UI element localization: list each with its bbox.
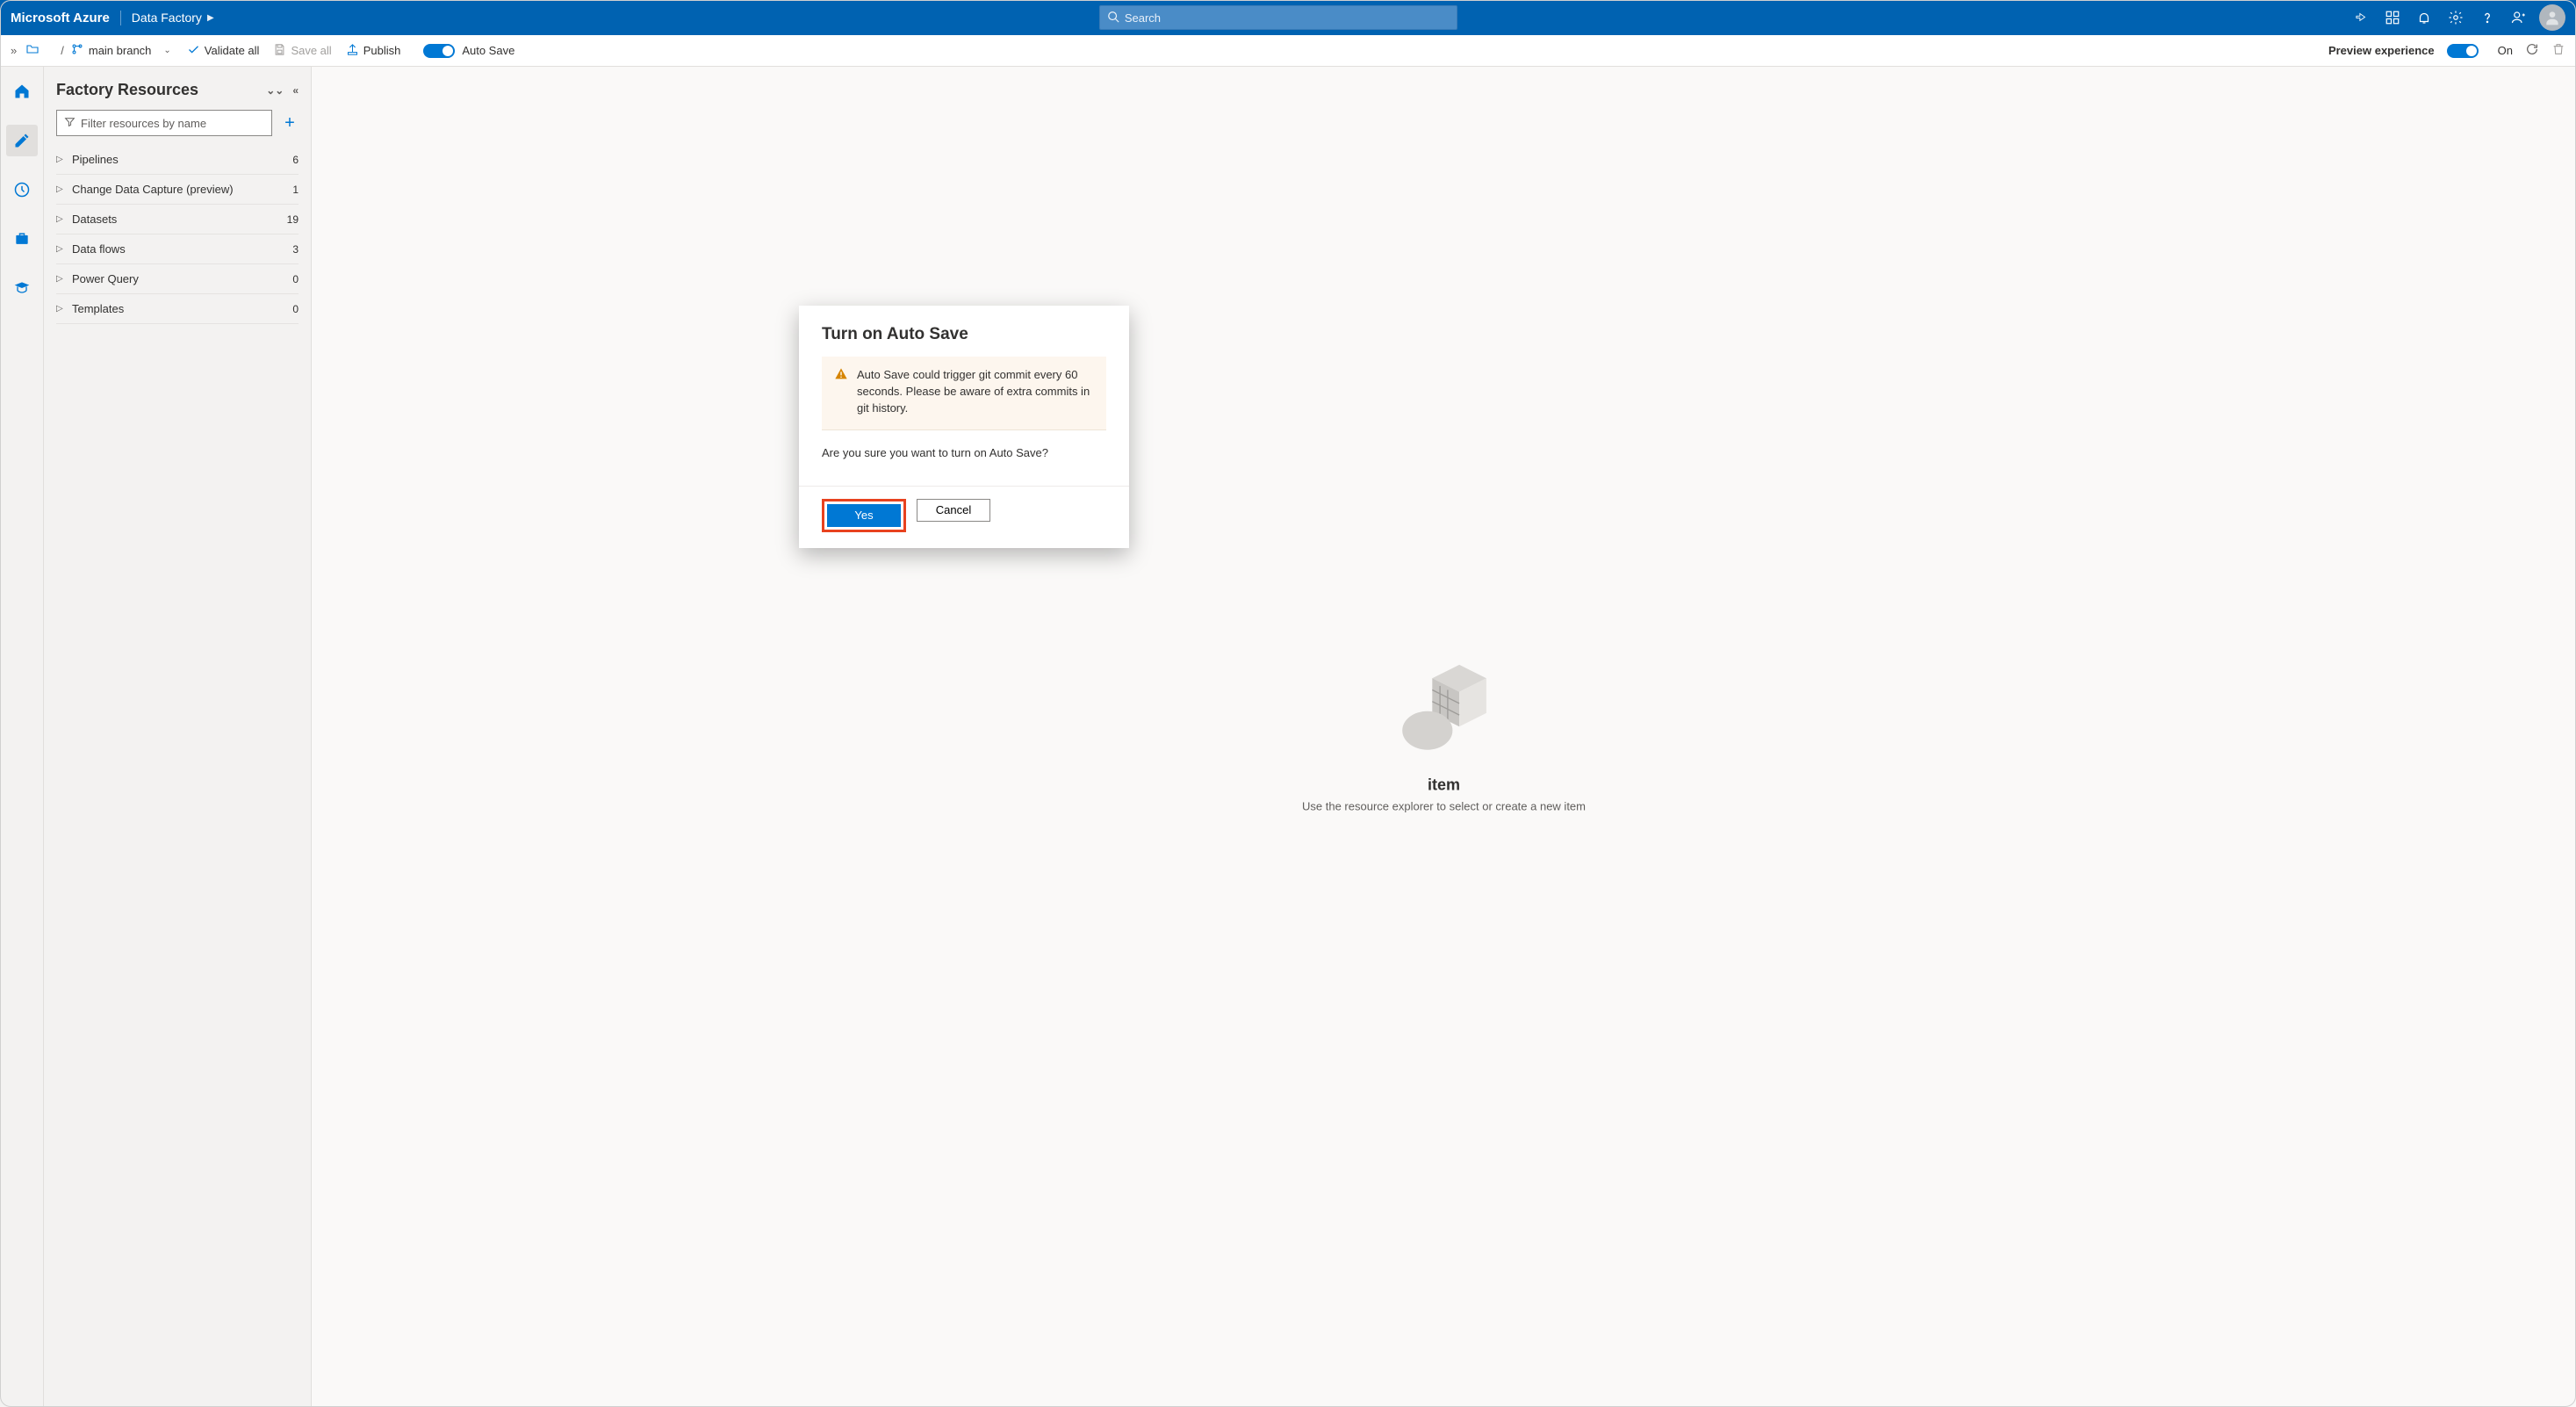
global-search-input[interactable] <box>1125 11 1450 25</box>
tree-count: 0 <box>292 273 299 285</box>
azure-topbar: Microsoft Azure Data Factory ▶ <box>0 0 2576 35</box>
tree-count: 19 <box>287 213 299 226</box>
tree-item-powerquery[interactable]: ▷ Power Query 0 <box>56 264 299 294</box>
nav-author[interactable] <box>6 125 38 156</box>
dialog-question: Are you sure you want to turn on Auto Sa… <box>822 446 1106 459</box>
tree-count: 3 <box>292 243 299 256</box>
brand-label[interactable]: Microsoft Azure <box>11 11 121 25</box>
chevron-right-icon: ▷ <box>56 155 63 164</box>
chevron-down-icon: ⌄ <box>163 46 170 55</box>
nav-home[interactable] <box>6 76 38 107</box>
tree-item-templates[interactable]: ▷ Templates 0 <box>56 294 299 324</box>
settings-gear-icon[interactable] <box>2448 10 2464 25</box>
filter-resources-box[interactable] <box>56 110 272 136</box>
authoring-canvas: item Use the resource explorer to select… <box>312 67 2576 1407</box>
yes-button-highlight: Yes <box>822 499 906 532</box>
warning-icon <box>834 367 848 417</box>
service-breadcrumb[interactable]: Data Factory <box>132 11 202 25</box>
publish-button[interactable]: Publish <box>346 43 401 59</box>
autosave-label: Auto Save <box>462 44 514 57</box>
save-all-button: Save all <box>273 43 331 59</box>
delete-icon[interactable] <box>2551 42 2565 59</box>
nav-manage[interactable] <box>6 223 38 255</box>
empty-state-icon <box>1302 661 1586 761</box>
tree-label: Power Query <box>72 272 292 285</box>
dialog-warning-box: Auto Save could trigger git commit every… <box>822 357 1106 430</box>
validate-all-button[interactable]: Validate all <box>187 43 260 59</box>
panel-heading: Factory Resources <box>56 81 198 99</box>
cancel-button[interactable]: Cancel <box>917 499 990 522</box>
authoring-toolbar: » / main branch ⌄ Validate all Save all … <box>0 35 2576 67</box>
help-icon[interactable] <box>2479 10 2495 25</box>
pin-collapse-icon[interactable]: « <box>292 84 299 97</box>
tree-item-datasets[interactable]: ▷ Datasets 19 <box>56 205 299 234</box>
save-icon <box>273 43 286 59</box>
chevron-right-icon: ▷ <box>56 304 63 314</box>
tree-label: Data flows <box>72 242 292 256</box>
left-nav-rail <box>0 67 44 1407</box>
checkmark-icon <box>187 43 200 59</box>
breadcrumb-arrow-icon: ▶ <box>207 13 214 23</box>
tree-item-dataflows[interactable]: ▷ Data flows 3 <box>56 234 299 264</box>
preview-experience-label: Preview experience <box>2328 44 2435 57</box>
branch-label: main branch <box>89 44 152 57</box>
chevron-right-icon: ▷ <box>56 244 63 254</box>
empty-state: item Use the resource explorer to select… <box>1302 661 1586 813</box>
branch-dropdown[interactable]: main branch ⌄ <box>71 43 171 58</box>
branch-icon <box>71 43 83 58</box>
expand-collapse-icon[interactable]: ⌄⌄ <box>266 84 284 97</box>
add-resource-button[interactable]: + <box>281 113 299 133</box>
tree-label: Pipelines <box>72 153 292 166</box>
chevron-right-icon: ▷ <box>56 184 63 194</box>
user-avatar[interactable] <box>2539 4 2565 31</box>
tree-count: 1 <box>292 184 299 196</box>
empty-title-suffix: item <box>1428 776 1460 794</box>
chevron-right-icon: ▷ <box>56 274 63 284</box>
dialog-title: Turn on Auto Save <box>822 325 1106 344</box>
refresh-icon[interactable] <box>2525 42 2539 59</box>
tree-label: Templates <box>72 302 292 315</box>
tree-label: Change Data Capture (preview) <box>72 183 292 196</box>
breadcrumb-separator: / <box>61 44 64 57</box>
tree-count: 0 <box>292 303 299 315</box>
directory-switch-icon[interactable] <box>2385 10 2400 25</box>
feedback-icon[interactable] <box>2511 10 2527 25</box>
chevron-right-icon: ▷ <box>56 214 63 224</box>
tree-count: 6 <box>292 154 299 166</box>
cloud-shell-icon[interactable] <box>2353 10 2369 25</box>
global-search[interactable] <box>1099 5 1457 30</box>
collapse-chevron-icon[interactable]: » <box>11 44 17 57</box>
save-all-label: Save all <box>291 44 331 57</box>
tree-item-pipelines[interactable]: ▷ Pipelines 6 <box>56 145 299 175</box>
autosave-confirm-dialog: Turn on Auto Save Auto Save could trigge… <box>799 306 1129 548</box>
nav-learn[interactable] <box>6 272 38 304</box>
nav-monitor[interactable] <box>6 174 38 206</box>
preview-toggle[interactable] <box>2447 44 2479 58</box>
publish-label: Publish <box>363 44 401 57</box>
yes-button[interactable]: Yes <box>827 504 901 527</box>
dialog-warning-text: Auto Save could trigger git commit every… <box>857 367 1094 417</box>
filter-icon <box>64 116 76 130</box>
empty-subtitle: Use the resource explorer to select or c… <box>1302 800 1586 813</box>
resource-root-button[interactable] <box>25 42 40 59</box>
resource-tree: ▷ Pipelines 6 ▷ Change Data Capture (pre… <box>56 145 299 324</box>
autosave-toggle[interactable] <box>423 44 455 58</box>
filter-resources-input[interactable] <box>81 117 264 130</box>
publish-icon <box>346 43 359 59</box>
tree-label: Datasets <box>72 213 287 226</box>
notifications-icon[interactable] <box>2416 10 2432 25</box>
folder-icon <box>25 42 40 59</box>
tree-item-cdc[interactable]: ▷ Change Data Capture (preview) 1 <box>56 175 299 205</box>
preview-state-label: On <box>2498 44 2513 57</box>
validate-all-label: Validate all <box>205 44 260 57</box>
search-icon <box>1107 11 1119 25</box>
factory-resources-panel: Factory Resources ⌄⌄ « + ▷ Pipelines 6 ▷… <box>44 67 312 1407</box>
